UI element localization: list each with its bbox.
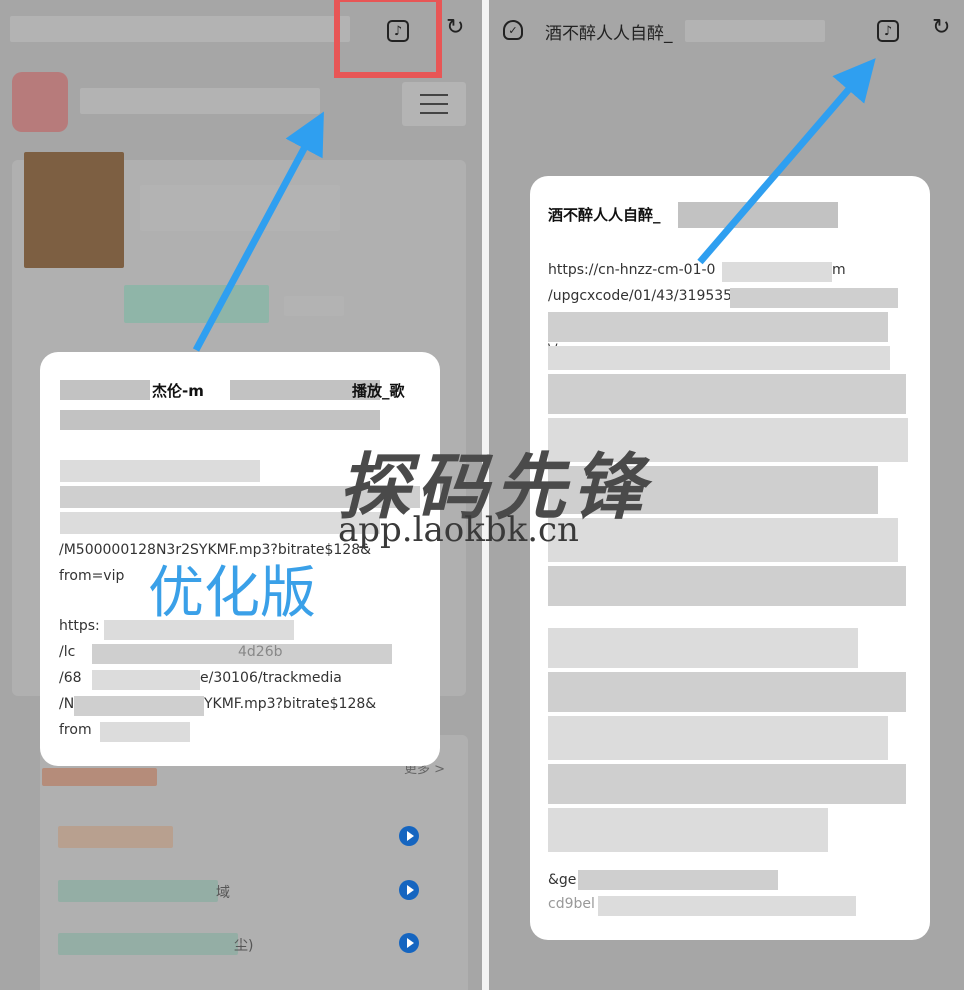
watermark-url: app.laokbk.cn [338, 510, 579, 550]
optimized-badge: 优化版 [148, 561, 316, 626]
arrow-right [697, 58, 876, 265]
arrow-left [192, 111, 324, 352]
